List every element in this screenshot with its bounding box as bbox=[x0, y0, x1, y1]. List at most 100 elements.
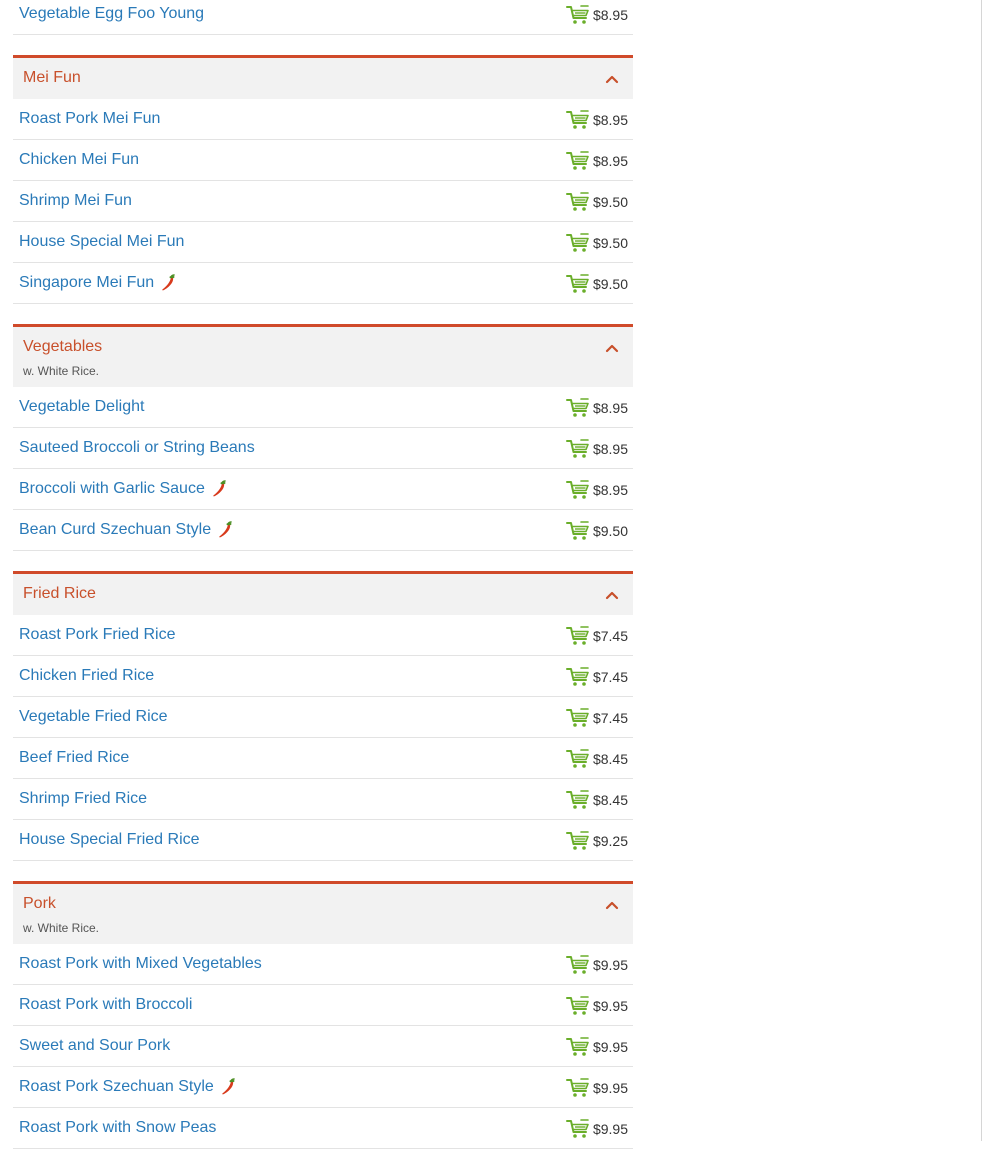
menu-item-name[interactable]: Beef Fried Rice bbox=[19, 749, 129, 767]
menu-item[interactable]: Vegetable Egg Foo Young $8.95 bbox=[13, 0, 633, 35]
menu-item-name-wrap[interactable]: Vegetable Egg Foo Young bbox=[19, 5, 204, 23]
menu-item[interactable]: Shrimp Mei Fun $9.50 bbox=[13, 181, 633, 222]
menu-item-name[interactable]: House Special Fried Rice bbox=[19, 831, 200, 849]
menu-item-price-wrap[interactable]: $9.25 bbox=[565, 831, 628, 851]
category-title[interactable]: Fried Rice bbox=[23, 585, 96, 603]
menu-item[interactable]: Sweet and Sour Pork $9.95 bbox=[13, 1026, 633, 1067]
menu-item-price-wrap[interactable]: $9.50 bbox=[565, 192, 628, 212]
menu-item-name-wrap[interactable]: Roast Pork with Snow Peas bbox=[19, 1119, 216, 1137]
menu-item-price-wrap[interactable]: $8.95 bbox=[565, 110, 628, 130]
menu-item-price-wrap[interactable]: $9.50 bbox=[565, 521, 628, 541]
shopping-cart-icon[interactable] bbox=[565, 480, 590, 500]
shopping-cart-icon[interactable] bbox=[565, 1037, 590, 1057]
shopping-cart-icon[interactable] bbox=[565, 110, 590, 130]
menu-item-price-wrap[interactable]: $8.95 bbox=[565, 5, 628, 25]
menu-item-name[interactable]: Vegetable Fried Rice bbox=[19, 708, 168, 726]
menu-item-name-wrap[interactable]: Roast Pork Szechuan Style bbox=[19, 1078, 236, 1096]
menu-item-name[interactable]: Sweet and Sour Pork bbox=[19, 1037, 170, 1055]
menu-item-name[interactable]: Bean Curd Szechuan Style bbox=[19, 521, 211, 539]
menu-item[interactable]: Shrimp Fried Rice $8.45 bbox=[13, 779, 633, 820]
shopping-cart-icon[interactable] bbox=[565, 192, 590, 212]
menu-item-name[interactable]: Singapore Mei Fun bbox=[19, 274, 154, 292]
menu-item-name-wrap[interactable]: Roast Pork with Broccoli bbox=[19, 996, 192, 1014]
menu-item-price-wrap[interactable]: $8.95 bbox=[565, 151, 628, 171]
shopping-cart-icon[interactable] bbox=[565, 996, 590, 1016]
menu-item[interactable]: Vegetable Delight $8.95 bbox=[13, 387, 633, 428]
menu-item[interactable]: Roast Pork with Mixed Vegetables $9.95 bbox=[13, 944, 633, 985]
menu-item[interactable]: House Special Fried Rice $9.25 bbox=[13, 820, 633, 861]
menu-item[interactable]: Chicken Mei Fun $8.95 bbox=[13, 140, 633, 181]
menu-item[interactable]: Roast Pork Mei Fun $8.95 bbox=[13, 99, 633, 140]
menu-item[interactable]: Chicken Fried Rice $7.45 bbox=[13, 656, 633, 697]
category-header[interactable]: Fried Rice bbox=[13, 571, 633, 615]
menu-item-price-wrap[interactable]: $8.45 bbox=[565, 749, 628, 769]
menu-item-name-wrap[interactable]: House Special Mei Fun bbox=[19, 233, 184, 251]
menu-item-name-wrap[interactable]: Chicken Mei Fun bbox=[19, 151, 139, 169]
menu-item-price-wrap[interactable]: $9.95 bbox=[565, 1119, 628, 1139]
menu-item-name-wrap[interactable]: Chicken Fried Rice bbox=[19, 667, 154, 685]
shopping-cart-icon[interactable] bbox=[565, 1119, 590, 1139]
shopping-cart-icon[interactable] bbox=[565, 667, 590, 687]
menu-item[interactable]: Bean Curd Szechuan Style $9.50 bbox=[13, 510, 633, 551]
menu-item-name-wrap[interactable]: Shrimp Fried Rice bbox=[19, 790, 147, 808]
menu-item[interactable]: Broccoli with Garlic Sauce $8.95 bbox=[13, 469, 633, 510]
menu-item[interactable]: Singapore Mei Fun $9.50 bbox=[13, 263, 633, 304]
menu-item-name[interactable]: Vegetable Delight bbox=[19, 398, 144, 416]
chevron-up-icon[interactable] bbox=[605, 343, 619, 353]
menu-item-price-wrap[interactable]: $7.45 bbox=[565, 708, 628, 728]
menu-item-price-wrap[interactable]: $9.95 bbox=[565, 996, 628, 1016]
menu-item-price-wrap[interactable]: $8.45 bbox=[565, 790, 628, 810]
menu-item-name-wrap[interactable]: Roast Pork with Mixed Vegetables bbox=[19, 955, 262, 973]
menu-item-name-wrap[interactable]: Sweet and Sour Pork bbox=[19, 1037, 170, 1055]
menu-item-name-wrap[interactable]: Singapore Mei Fun bbox=[19, 274, 176, 292]
menu-item-price-wrap[interactable]: $9.95 bbox=[565, 1078, 628, 1098]
menu-item-name-wrap[interactable]: Roast Pork Mei Fun bbox=[19, 110, 160, 128]
category-header[interactable]: Pork w. White Rice. bbox=[13, 881, 633, 944]
menu-item-name[interactable]: Broccoli with Garlic Sauce bbox=[19, 480, 205, 498]
menu-item-name[interactable]: Roast Pork Fried Rice bbox=[19, 626, 176, 644]
menu-item-price-wrap[interactable]: $8.95 bbox=[565, 398, 628, 418]
menu-item[interactable]: House Special Mei Fun $9.50 bbox=[13, 222, 633, 263]
menu-item-price-wrap[interactable]: $7.45 bbox=[565, 626, 628, 646]
menu-item-price-wrap[interactable]: $8.95 bbox=[565, 439, 628, 459]
menu-item-name-wrap[interactable]: Vegetable Delight bbox=[19, 398, 144, 416]
shopping-cart-icon[interactable] bbox=[565, 708, 590, 728]
menu-item-price-wrap[interactable]: $9.95 bbox=[565, 955, 628, 975]
menu-item[interactable]: Roast Pork with Broccoli $9.95 bbox=[13, 985, 633, 1026]
menu-item-name-wrap[interactable]: Sauteed Broccoli or String Beans bbox=[19, 439, 255, 457]
chevron-up-icon[interactable] bbox=[605, 74, 619, 84]
category-title[interactable]: Vegetables bbox=[23, 338, 102, 356]
shopping-cart-icon[interactable] bbox=[565, 831, 590, 851]
category-title[interactable]: Mei Fun bbox=[23, 69, 81, 87]
menu-item-price-wrap[interactable]: $9.50 bbox=[565, 274, 628, 294]
menu-item-name-wrap[interactable]: Beef Fried Rice bbox=[19, 749, 129, 767]
menu-item[interactable]: Roast Pork Fried Rice $7.45 bbox=[13, 615, 633, 656]
menu-item[interactable]: Roast Pork with Snow Peas $9.95 bbox=[13, 1108, 633, 1149]
chevron-up-icon[interactable] bbox=[605, 900, 619, 910]
menu-item-name[interactable]: Shrimp Mei Fun bbox=[19, 192, 132, 210]
menu-item-name[interactable]: Roast Pork Mei Fun bbox=[19, 110, 160, 128]
shopping-cart-icon[interactable] bbox=[565, 1078, 590, 1098]
menu-item-name[interactable]: Chicken Fried Rice bbox=[19, 667, 154, 685]
menu-item-name[interactable]: Roast Pork with Broccoli bbox=[19, 996, 192, 1014]
category-header[interactable]: Mei Fun bbox=[13, 55, 633, 99]
menu-item-price-wrap[interactable]: $8.95 bbox=[565, 480, 628, 500]
shopping-cart-icon[interactable] bbox=[565, 626, 590, 646]
menu-item-price-wrap[interactable]: $9.50 bbox=[565, 233, 628, 253]
menu-item-name[interactable]: Vegetable Egg Foo Young bbox=[19, 5, 204, 23]
menu-item-name[interactable]: Chicken Mei Fun bbox=[19, 151, 139, 169]
menu-item-name[interactable]: Roast Pork with Mixed Vegetables bbox=[19, 955, 262, 973]
shopping-cart-icon[interactable] bbox=[565, 749, 590, 769]
menu-item-name-wrap[interactable]: Shrimp Mei Fun bbox=[19, 192, 132, 210]
category-header[interactable]: Vegetables w. White Rice. bbox=[13, 324, 633, 387]
menu-item-name-wrap[interactable]: House Special Fried Rice bbox=[19, 831, 200, 849]
menu-item[interactable]: Sauteed Broccoli or String Beans $8.95 bbox=[13, 428, 633, 469]
menu-item[interactable]: Beef Fried Rice $8.45 bbox=[13, 738, 633, 779]
menu-item-name[interactable]: House Special Mei Fun bbox=[19, 233, 184, 251]
menu-item-name[interactable]: Roast Pork with Snow Peas bbox=[19, 1119, 216, 1137]
shopping-cart-icon[interactable] bbox=[565, 439, 590, 459]
shopping-cart-icon[interactable] bbox=[565, 5, 590, 25]
menu-item-name-wrap[interactable]: Broccoli with Garlic Sauce bbox=[19, 480, 227, 498]
menu-item-name[interactable]: Sauteed Broccoli or String Beans bbox=[19, 439, 255, 457]
menu-item-name-wrap[interactable]: Bean Curd Szechuan Style bbox=[19, 521, 233, 539]
